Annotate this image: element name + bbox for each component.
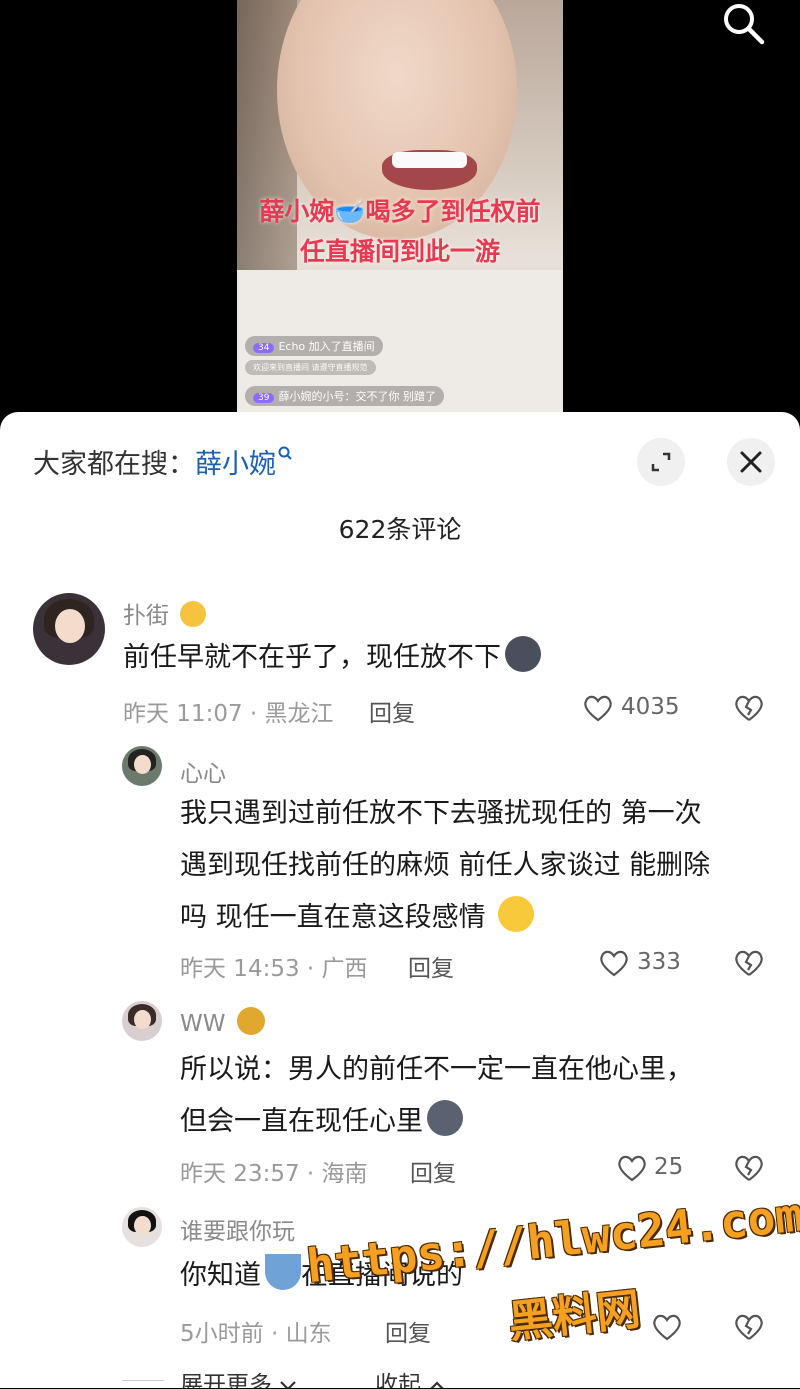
reply-button[interactable]: 回复: [410, 1154, 456, 1188]
crying-laugh-emoji-icon: [498, 896, 535, 932]
comment-meta: 昨天 11:07 · 黑龙江: [123, 701, 334, 727]
dislike-broken-heart-icon[interactable]: [733, 1153, 765, 1183]
video-player[interactable]: 薛小婉🥣喝多了到任权前 任直播间到此一游 34 Echo 加入了直播间 欢迎来到直…: [0, 0, 800, 430]
avatar[interactable]: [122, 746, 162, 786]
close-button[interactable]: [727, 438, 775, 486]
chevron-down-icon: [280, 1381, 297, 1388]
hot-search-prefix: 大家都在搜：: [33, 449, 195, 480]
comment-text: 所以说：男人的前任不一定一直在他心里， 但会一直在现任心里: [180, 1054, 693, 1137]
hot-search-keyword[interactable]: 薛小婉: [195, 449, 276, 480]
like-heart-icon[interactable]: [616, 1153, 648, 1183]
reply-button[interactable]: 回复: [369, 694, 415, 728]
expand-more-button[interactable]: 展开更多: [180, 1365, 297, 1388]
watermark-name: 黑料网: [506, 1283, 643, 1349]
hot-search-bar[interactable]: 大家都在搜：薛小婉: [33, 442, 294, 481]
moon-emoji-icon: [505, 636, 541, 672]
comment-username[interactable]: 谁要跟你玩: [180, 1212, 295, 1246]
pacman-emoji-icon: [236, 1007, 265, 1035]
dislike-broken-heart-icon[interactable]: [733, 948, 765, 978]
live-message: 欢迎来到直播间 请遵守直播规范: [245, 360, 376, 375]
like-heart-icon[interactable]: [582, 693, 614, 723]
live-message: 39 薛小婉的小号：交不了你 别蹭了: [245, 386, 444, 406]
avatar[interactable]: [33, 593, 105, 665]
comment-meta: 昨天 14:53 · 广西: [180, 956, 368, 982]
avatar[interactable]: [122, 1207, 162, 1247]
search-icon: [724, 4, 765, 45]
comment-username[interactable]: 扑街: [123, 596, 207, 630]
live-stream-frame: 薛小婉🥣喝多了到任权前 任直播间到此一游 34 Echo 加入了直播间 欢迎来到直…: [237, 0, 563, 430]
avatar[interactable]: [122, 1001, 162, 1041]
video-caption-line2: 任直播间到此一游: [299, 237, 500, 266]
cat-emoji-icon: [180, 601, 207, 627]
search-small-icon: [278, 446, 292, 460]
like-count: 25: [654, 1154, 684, 1180]
comment-text: 我只遇到过前任放不下去骚扰现任的 第一次 遇到现任找前任的麻烦 前任人家谈过 能…: [180, 798, 711, 933]
level-badge: 34: [253, 343, 275, 353]
live-message-text: 欢迎来到直播间 请遵守直播规范: [253, 363, 368, 372]
expand-button[interactable]: [637, 438, 685, 486]
live-message-text: 薛小婉的小号：交不了你 别蹭了: [278, 390, 436, 403]
comment-username[interactable]: 心心: [180, 754, 226, 788]
like-count: 4035: [621, 694, 680, 720]
dislike-broken-heart-icon[interactable]: [733, 693, 765, 723]
comment-meta: 昨天 23:57 · 海南: [180, 1161, 368, 1187]
bowl-emoji-icon: [265, 1254, 301, 1290]
comment-text: 前任早就不在乎了，现任放不下: [123, 632, 541, 684]
chevron-up-icon: [430, 1381, 444, 1388]
divider: [122, 1380, 164, 1381]
comment-meta: 5小时前 · 山东: [180, 1321, 332, 1347]
husky-emoji-icon: [427, 1100, 463, 1136]
teeth-shape: [392, 152, 467, 168]
video-caption-line1: 薛小婉🥣喝多了到任权前: [259, 197, 541, 226]
level-badge: 39: [253, 393, 275, 403]
like-count: 333: [637, 949, 681, 975]
comment-count: 622条评论: [338, 515, 462, 544]
close-icon: [740, 451, 762, 473]
live-message-text: Echo 加入了直播间: [278, 340, 375, 353]
reply-button[interactable]: 回复: [408, 949, 454, 983]
comment-username[interactable]: WW: [180, 1007, 265, 1037]
like-heart-icon[interactable]: [598, 948, 630, 978]
search-button[interactable]: [720, 0, 766, 46]
live-message: 34 Echo 加入了直播间: [245, 336, 383, 356]
expand-icon: [651, 452, 671, 472]
